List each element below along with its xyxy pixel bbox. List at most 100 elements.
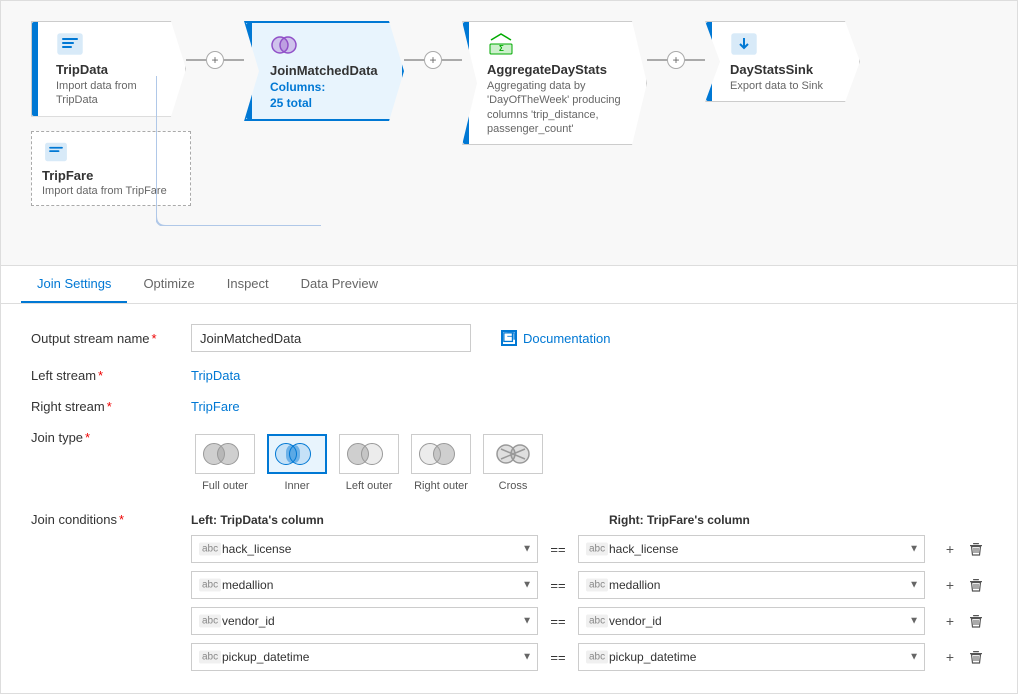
right-select-wrapper-3: abc pickup_datetime ▼ (578, 643, 925, 671)
add-btn-2[interactable]: + (939, 610, 961, 632)
tab-join-settings[interactable]: Join Settings (21, 266, 127, 303)
right-outer-label: Right outer (414, 480, 468, 492)
delete-btn-3[interactable] (965, 646, 987, 668)
right-select-wrapper-1: abc medallion ▼ (578, 571, 925, 599)
node-box-sink[interactable]: DayStatsSink Export data to Sink (705, 21, 860, 102)
left-select-wrapper-3: abc pickup_datetime ▼ (191, 643, 538, 671)
join-icon-box-left-outer (339, 434, 399, 474)
venn-right-outer (419, 440, 463, 468)
pipeline-area: TripData Import data from TripData + (1, 1, 1017, 266)
required-star-3: * (107, 399, 112, 414)
right-select-1[interactable]: medallion (578, 571, 925, 599)
documentation-label: Documentation (523, 331, 610, 346)
action-btns-0: + (939, 538, 987, 560)
conditions-right-title: Right: TripFare's column (609, 513, 750, 527)
connector-2: + (404, 21, 462, 69)
cond-row-3: abc pickup_datetime ▼ == abc pickup_date… (191, 643, 987, 671)
node-joinmatcheddata: JoinMatchedData Columns: 25 total (244, 21, 404, 121)
connector-1: + (186, 21, 244, 69)
required-star-1: * (152, 331, 157, 346)
add-btn-0[interactable]: + (939, 538, 961, 560)
plus-btn-1[interactable]: + (206, 51, 224, 69)
right-prefix-1: abc (586, 579, 608, 592)
line-1 (186, 59, 206, 61)
node-agg-subtitle: Aggregating data by 'DayOfTheWeek' produ… (487, 79, 636, 136)
node-join-subtitle-label: Columns: (270, 80, 392, 96)
left-stream-label: Left stream* (31, 368, 191, 383)
node-box-join[interactable]: JoinMatchedData Columns: 25 total (244, 21, 404, 121)
delete-btn-0[interactable] (965, 538, 987, 560)
eq-3: == (546, 650, 570, 665)
node-box-tripdata[interactable]: TripData Import data from TripData (31, 21, 186, 117)
cross-label: Cross (499, 480, 528, 492)
left-select-wrapper-2: abc vendor_id ▼ (191, 607, 538, 635)
venn-left-outer (347, 440, 391, 468)
output-stream-row: Output stream name* Documentation (31, 324, 987, 352)
node-tripdata-subtitle: Import data from TripData (56, 79, 175, 108)
join-option-full-outer[interactable]: Full outer (191, 430, 259, 496)
join-icon (270, 31, 298, 59)
aggregate-icon: Σ (487, 30, 515, 58)
cross-icon (493, 441, 533, 467)
action-btns-1: + (939, 574, 987, 596)
node-box-tripfare[interactable]: TripFare Import data from TripFare (31, 131, 191, 206)
connector-3: + (647, 21, 705, 69)
line-1b (224, 59, 244, 61)
line-2 (404, 59, 424, 61)
right-stream-value[interactable]: TripFare (191, 399, 240, 414)
pipeline-nodes: TripData Import data from TripData + (31, 21, 987, 145)
node-sink: DayStatsSink Export data to Sink (705, 21, 860, 102)
left-prefix-2: abc (199, 615, 221, 628)
join-option-right-outer[interactable]: Right outer (407, 430, 475, 496)
source-icon (56, 30, 84, 58)
conditions-container: Left: TripData's column Right: TripFare'… (191, 512, 987, 679)
join-option-left-outer[interactable]: Left outer (335, 430, 403, 496)
left-select-1[interactable]: medallion (191, 571, 538, 599)
line-2b (442, 59, 462, 61)
node-box-aggregate[interactable]: Σ AggregateDayStats Aggregating data by … (462, 21, 647, 145)
main-container: TripData Import data from TripData + (0, 0, 1018, 694)
join-conditions-row: Join conditions* Left: TripData's column… (31, 512, 987, 679)
right-select-0[interactable]: hack_license (578, 535, 925, 563)
left-select-3[interactable]: pickup_datetime (191, 643, 538, 671)
output-stream-label: Output stream name* (31, 331, 191, 346)
join-icon-box-inner (267, 434, 327, 474)
cond-row-2: abc vendor_id ▼ == abc vendor_id ▼ (191, 607, 987, 635)
join-icon-box-right-outer (411, 434, 471, 474)
action-btns-2: + (939, 610, 987, 632)
node-tripdata-title: TripData (56, 62, 175, 77)
action-btns-3: + (939, 646, 987, 668)
tab-optimize[interactable]: Optimize (127, 266, 210, 303)
eq-2: == (546, 614, 570, 629)
settings-area: Output stream name* Documentation Left s… (1, 304, 1017, 693)
plus-btn-3[interactable]: + (667, 51, 685, 69)
left-select-2[interactable]: vendor_id (191, 607, 538, 635)
right-stream-row: Right stream* TripFare (31, 399, 987, 414)
add-btn-3[interactable]: + (939, 646, 961, 668)
delete-btn-1[interactable] (965, 574, 987, 596)
right-select-2[interactable]: vendor_id (578, 607, 925, 635)
left-prefix-0: abc (199, 543, 221, 556)
add-btn-1[interactable]: + (939, 574, 961, 596)
tab-data-preview[interactable]: Data Preview (285, 266, 394, 303)
documentation-link[interactable]: Documentation (501, 330, 610, 346)
tab-inspect[interactable]: Inspect (211, 266, 285, 303)
left-prefix-1: abc (199, 579, 221, 592)
join-option-inner[interactable]: Inner (263, 430, 331, 496)
join-type-label: Join type* (31, 430, 191, 445)
tripfare-icon (42, 140, 70, 164)
eq-0: == (546, 542, 570, 557)
join-type-row: Join type* Full outer (31, 430, 987, 496)
left-stream-value[interactable]: TripData (191, 368, 240, 383)
join-option-cross[interactable]: Cross (479, 430, 547, 496)
output-stream-input[interactable] (191, 324, 471, 352)
node-left-bar (32, 22, 38, 116)
left-select-0[interactable]: hack_license (191, 535, 538, 563)
left-prefix-3: abc (199, 651, 221, 664)
plus-btn-2[interactable]: + (424, 51, 442, 69)
right-select-3[interactable]: pickup_datetime (578, 643, 925, 671)
node-join-subtitle-value: 25 total (270, 96, 392, 112)
required-star-4: * (85, 430, 90, 445)
node-left-bar-agg (463, 22, 469, 144)
delete-btn-2[interactable] (965, 610, 987, 632)
